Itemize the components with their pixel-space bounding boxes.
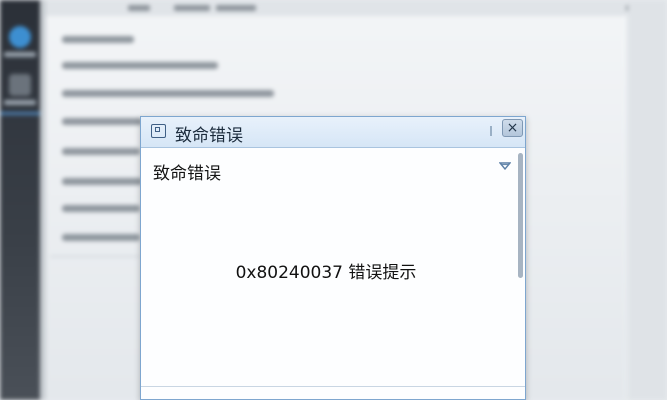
background-row bbox=[62, 90, 274, 97]
dialog-bottom-divider bbox=[141, 386, 525, 387]
background-row bbox=[62, 205, 140, 212]
background-topbar bbox=[46, 0, 667, 16]
fatal-error-dialog: 致命错误 × 致命错误 0x80240037 错误提示 bbox=[140, 116, 526, 400]
dialog-header: 致命错误 bbox=[153, 164, 221, 184]
dialog-titlebar[interactable]: 致命错误 × bbox=[141, 117, 525, 148]
background-row bbox=[62, 118, 142, 125]
background-row bbox=[62, 148, 140, 155]
close-button[interactable]: × bbox=[502, 119, 523, 137]
error-message: 0x80240037 错误提示 bbox=[235, 263, 417, 283]
dialog-title: 致命错误 bbox=[175, 126, 243, 146]
background-right-panel bbox=[628, 0, 667, 400]
close-icon: × bbox=[506, 120, 519, 136]
window-icon bbox=[151, 124, 166, 138]
titlebar-separator bbox=[490, 126, 492, 136]
scrollbar-thumb[interactable] bbox=[518, 153, 523, 278]
background-divider bbox=[40, 0, 46, 400]
background-divider-line bbox=[50, 256, 140, 257]
background-row bbox=[62, 62, 218, 69]
background-sidebar bbox=[0, 0, 40, 400]
chevron-down-icon[interactable] bbox=[499, 162, 511, 170]
background-row bbox=[62, 234, 140, 241]
background-row bbox=[62, 36, 134, 43]
background-row bbox=[62, 178, 142, 185]
